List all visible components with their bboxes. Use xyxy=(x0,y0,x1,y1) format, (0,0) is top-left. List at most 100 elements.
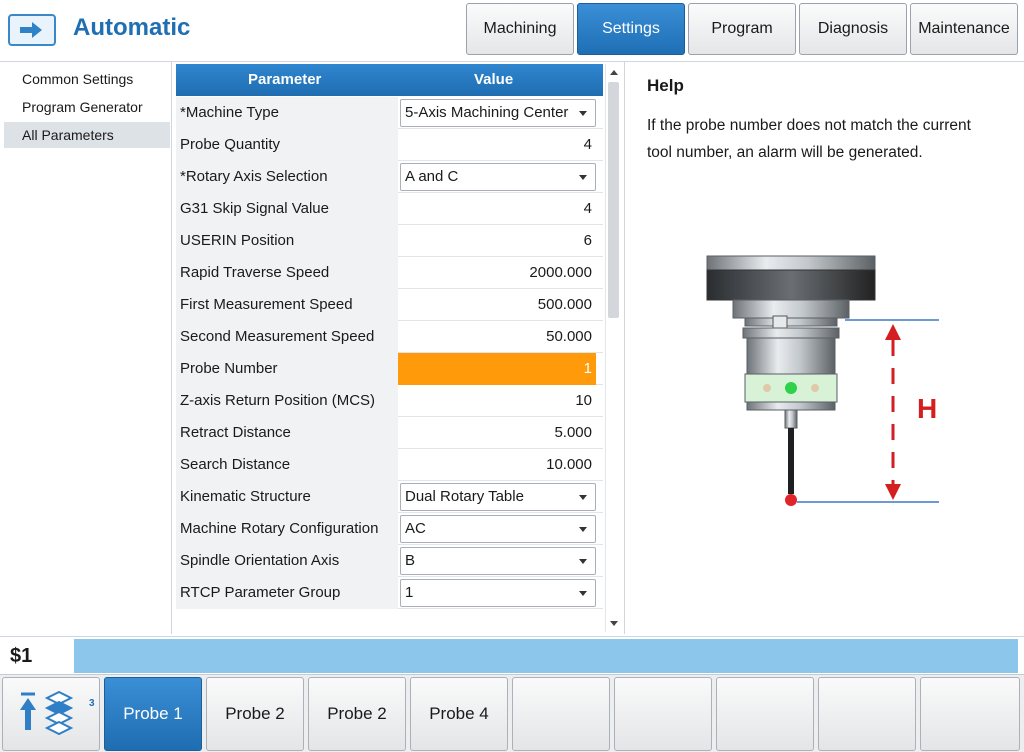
table-row[interactable]: Retract Distance 5.000 xyxy=(176,417,603,449)
softkey-empty-6[interactable] xyxy=(614,677,712,751)
kinematic-structure-select[interactable]: Dual Rotary Table xyxy=(400,483,596,511)
vertical-scrollbar[interactable] xyxy=(605,64,621,632)
tab-diagnosis[interactable]: Diagnosis xyxy=(799,3,907,55)
layer-count-badge: 3 xyxy=(89,698,95,709)
table-row[interactable]: Kinematic Structure Dual Rotary Table xyxy=(176,481,603,513)
param-name: *Machine Type xyxy=(176,97,398,129)
param-name: Probe Number xyxy=(176,353,398,385)
table-row[interactable]: Machine Rotary Configuration AC xyxy=(176,513,603,545)
probe-diagram: H xyxy=(706,255,939,506)
select-value: B xyxy=(405,552,416,569)
rtcp-group-select[interactable]: 1 xyxy=(400,579,596,607)
machine-type-select[interactable]: 5-Axis Machining Center xyxy=(400,99,596,127)
softkey-probe-2[interactable]: Probe 2 xyxy=(206,677,304,751)
param-value[interactable]: 500.000 xyxy=(398,289,596,321)
param-name: Rapid Traverse Speed xyxy=(176,257,398,289)
select-value: 1 xyxy=(405,584,414,601)
param-name: Second Measurement Speed xyxy=(176,321,398,353)
sidebar-item-common-settings[interactable]: Common Settings xyxy=(4,66,170,92)
param-value[interactable]: 10.000 xyxy=(398,449,596,481)
table-row[interactable]: First Measurement Speed 500.000 xyxy=(176,289,603,321)
param-name: RTCP Parameter Group xyxy=(176,577,398,609)
rotary-axis-select[interactable]: A and C xyxy=(400,163,596,191)
chevron-down-icon xyxy=(579,175,587,180)
table-row[interactable]: Spindle Orientation Axis B xyxy=(176,545,603,577)
message-bar xyxy=(74,639,1018,673)
select-value: A and C xyxy=(405,168,459,185)
table-row[interactable]: Search Distance 10.000 xyxy=(176,449,603,481)
param-value[interactable]: 4 xyxy=(398,193,596,225)
tab-settings[interactable]: Settings xyxy=(577,3,685,55)
arrow-right-box-icon xyxy=(8,14,56,46)
softkey-bar: 3 Probe 1 Probe 2 Probe 2 Probe 4 xyxy=(0,674,1024,752)
param-value[interactable]: 50.000 xyxy=(398,321,596,353)
upload-arrow-icon xyxy=(20,690,74,736)
mode-title: Automatic xyxy=(73,14,191,41)
param-name: Search Distance xyxy=(176,449,398,481)
param-name: Retract Distance xyxy=(176,417,398,449)
table-row[interactable]: USERIN Position 6 xyxy=(176,225,603,257)
sidebar: Common Settings Program Generator All Pa… xyxy=(0,62,172,634)
table-row[interactable]: Second Measurement Speed 50.000 xyxy=(176,321,603,353)
table-row[interactable]: Probe Quantity 4 xyxy=(176,129,603,161)
param-name: G31 Skip Signal Value xyxy=(176,193,398,225)
param-value[interactable]: 4 xyxy=(398,129,596,161)
scroll-up-arrow-icon[interactable] xyxy=(610,70,618,75)
softkey-probe-1[interactable]: Probe 1 xyxy=(104,677,202,751)
param-name: Spindle Orientation Axis xyxy=(176,545,398,577)
param-name: Kinematic Structure xyxy=(176,481,398,513)
layer-up-button[interactable]: 3 xyxy=(2,677,100,751)
table-row[interactable]: *Rotary Axis Selection A and C xyxy=(176,161,603,193)
top-header: Automatic Machining Settings Program Dia… xyxy=(0,0,1024,62)
help-title: Help xyxy=(647,76,684,95)
table-row[interactable]: Z-axis Return Position (MCS) 10 xyxy=(176,385,603,417)
param-name: Machine Rotary Configuration xyxy=(176,513,398,545)
dimension-label: H xyxy=(917,393,937,424)
softkey-empty-7[interactable] xyxy=(716,677,814,751)
help-text: If the probe number does not match the c… xyxy=(647,117,971,161)
status-bar: $1 xyxy=(0,636,1024,674)
param-name: Probe Quantity xyxy=(176,129,398,161)
channel-label: $1 xyxy=(10,645,33,667)
table-row[interactable]: Probe Number 1 xyxy=(176,353,603,385)
chevron-down-icon xyxy=(579,559,587,564)
softkey-probe-3[interactable]: Probe 2 xyxy=(308,677,406,751)
column-header-parameter: Parameter xyxy=(248,71,322,88)
param-value[interactable]: 5.000 xyxy=(398,417,596,449)
softkey-empty-9[interactable] xyxy=(920,677,1020,751)
column-header-value: Value xyxy=(474,71,514,88)
chevron-down-icon xyxy=(579,111,587,116)
param-name: USERIN Position xyxy=(176,225,398,257)
table-header: Parameter Value xyxy=(176,64,603,96)
tab-machining[interactable]: Machining xyxy=(466,3,574,55)
softkey-empty-5[interactable] xyxy=(512,677,610,751)
softkey-probe-4[interactable]: Probe 4 xyxy=(410,677,508,751)
rotary-configuration-select[interactable]: AC xyxy=(400,515,596,543)
param-value[interactable]: 2000.000 xyxy=(398,257,596,289)
sidebar-item-program-generator[interactable]: Program Generator xyxy=(4,94,170,120)
table-row[interactable]: RTCP Parameter Group 1 xyxy=(176,577,603,609)
table-row[interactable]: Rapid Traverse Speed 2000.000 xyxy=(176,257,603,289)
chevron-down-icon xyxy=(579,591,587,596)
probe-number-value-selected[interactable]: 1 xyxy=(398,353,596,385)
scroll-down-arrow-icon[interactable] xyxy=(610,621,618,626)
chevron-down-icon xyxy=(579,495,587,500)
param-name: Z-axis Return Position (MCS) xyxy=(176,385,398,417)
parameter-table: Parameter Value *Machine Type 5-Axis Mac… xyxy=(174,62,622,634)
param-value[interactable]: 10 xyxy=(398,385,596,417)
help-panel: Help If the probe number does not match … xyxy=(624,62,1024,634)
select-value: Dual Rotary Table xyxy=(405,488,524,505)
sidebar-item-all-parameters[interactable]: All Parameters xyxy=(4,122,170,148)
scroll-thumb[interactable] xyxy=(608,82,619,318)
tab-program[interactable]: Program xyxy=(688,3,796,55)
softkey-empty-8[interactable] xyxy=(818,677,916,751)
table-row[interactable]: G31 Skip Signal Value 4 xyxy=(176,193,603,225)
layers-icon xyxy=(44,690,74,736)
param-value[interactable]: 6 xyxy=(398,225,596,257)
select-value: 5-Axis Machining Center xyxy=(405,104,569,121)
chevron-down-icon xyxy=(579,527,587,532)
spindle-orientation-select[interactable]: B xyxy=(400,547,596,575)
table-row[interactable]: *Machine Type 5-Axis Machining Center xyxy=(176,97,603,129)
select-value: AC xyxy=(405,520,426,537)
tab-maintenance[interactable]: Maintenance xyxy=(910,3,1018,55)
